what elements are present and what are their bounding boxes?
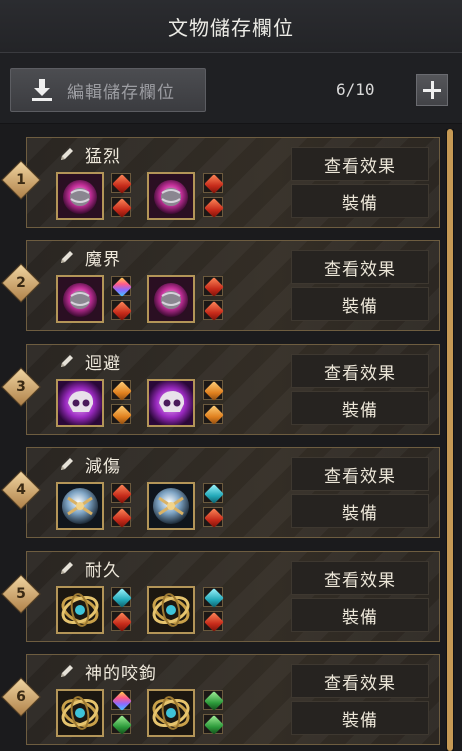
slot-number: 6 bbox=[16, 689, 26, 705]
relic-slot[interactable]: 3 迴避 查看效果 裝備 bbox=[1, 344, 440, 435]
window-title: 文物儲存欄位 bbox=[0, 0, 462, 53]
view-effect-button[interactable]: 查看效果 bbox=[291, 664, 429, 698]
relic-icon[interactable] bbox=[56, 689, 104, 737]
gem-icon bbox=[111, 483, 132, 504]
gem-icon bbox=[203, 483, 224, 504]
relic-slot[interactable]: 1 猛烈 查看效果 裝備 bbox=[1, 137, 440, 228]
equip-button[interactable]: 裝備 bbox=[291, 287, 429, 321]
gem-icon bbox=[203, 690, 224, 711]
gem-icon bbox=[111, 173, 132, 194]
relic-icon[interactable] bbox=[147, 689, 195, 737]
gem-icon bbox=[111, 714, 132, 735]
gem-icon bbox=[111, 197, 132, 218]
gem-icon bbox=[203, 611, 224, 632]
gem-icon bbox=[203, 300, 224, 321]
relic-slot[interactable]: 4 減傷 查看效果 裝備 bbox=[1, 447, 440, 538]
slot-count: 6/10 bbox=[336, 80, 375, 99]
slot-name: 減傷 bbox=[85, 457, 121, 477]
slot-name: 神的咬鉤 bbox=[85, 664, 157, 684]
relic-slot[interactable]: 2 魔界 查看效果 裝備 bbox=[1, 240, 440, 331]
slot-name: 猛烈 bbox=[85, 147, 121, 167]
view-effect-button[interactable]: 查看效果 bbox=[291, 250, 429, 284]
gem-icon bbox=[111, 611, 132, 632]
slot-number: 1 bbox=[16, 172, 26, 188]
slot-name: 魔界 bbox=[85, 250, 121, 270]
gem-icon bbox=[111, 507, 132, 528]
view-effect-button[interactable]: 查看效果 bbox=[291, 561, 429, 595]
add-slot-button[interactable] bbox=[416, 74, 448, 106]
pencil-icon[interactable] bbox=[59, 456, 75, 472]
toolbar: 編輯儲存欄位 6/10 bbox=[0, 53, 462, 123]
gem-icon bbox=[203, 404, 224, 425]
slot-number: 2 bbox=[16, 275, 26, 291]
view-effect-button[interactable]: 查看效果 bbox=[291, 354, 429, 388]
equip-button[interactable]: 裝備 bbox=[291, 184, 429, 218]
gem-icon bbox=[203, 587, 224, 608]
pencil-icon[interactable] bbox=[59, 146, 75, 162]
equip-button[interactable]: 裝備 bbox=[291, 598, 429, 632]
relic-icon[interactable] bbox=[56, 172, 104, 220]
relic-icon[interactable] bbox=[147, 379, 195, 427]
gem-icon bbox=[111, 276, 132, 297]
scrollbar-thumb[interactable] bbox=[447, 129, 453, 751]
relic-icon[interactable] bbox=[147, 172, 195, 220]
relic-icon[interactable] bbox=[147, 482, 195, 530]
gem-icon bbox=[111, 587, 132, 608]
relic-icon[interactable] bbox=[56, 586, 104, 634]
slot-name: 迴避 bbox=[85, 354, 121, 374]
download-icon bbox=[32, 79, 52, 101]
slot-number: 4 bbox=[16, 482, 26, 498]
relic-icon[interactable] bbox=[56, 275, 104, 323]
gem-icon bbox=[111, 404, 132, 425]
edit-slots-button[interactable]: 編輯儲存欄位 bbox=[10, 68, 206, 112]
equip-button[interactable]: 裝備 bbox=[291, 701, 429, 735]
pencil-icon[interactable] bbox=[59, 353, 75, 369]
equip-button[interactable]: 裝備 bbox=[291, 391, 429, 425]
gem-icon bbox=[111, 300, 132, 321]
gem-icon bbox=[203, 380, 224, 401]
edit-slots-label: 編輯儲存欄位 bbox=[67, 82, 175, 103]
slot-number: 5 bbox=[16, 586, 26, 602]
relic-icon[interactable] bbox=[147, 586, 195, 634]
relic-icon[interactable] bbox=[56, 482, 104, 530]
view-effect-button[interactable]: 查看效果 bbox=[291, 147, 429, 181]
gem-icon bbox=[203, 507, 224, 528]
gem-icon bbox=[203, 276, 224, 297]
gem-icon bbox=[111, 690, 132, 711]
gem-icon bbox=[203, 714, 224, 735]
relic-slot[interactable]: 6 神的咬鉤 查看效果 裝備 bbox=[1, 654, 440, 745]
slot-name: 耐久 bbox=[85, 561, 121, 581]
slot-number: 3 bbox=[16, 379, 26, 395]
view-effect-button[interactable]: 查看效果 bbox=[291, 457, 429, 491]
gem-icon bbox=[203, 197, 224, 218]
pencil-icon[interactable] bbox=[59, 249, 75, 265]
relic-icon[interactable] bbox=[56, 379, 104, 427]
equip-button[interactable]: 裝備 bbox=[291, 494, 429, 528]
relic-slot[interactable]: 5 耐久 查看效果 裝備 bbox=[1, 551, 440, 642]
relic-icon[interactable] bbox=[147, 275, 195, 323]
gem-icon bbox=[203, 173, 224, 194]
pencil-icon[interactable] bbox=[59, 663, 75, 679]
gem-icon bbox=[111, 380, 132, 401]
pencil-icon[interactable] bbox=[59, 560, 75, 576]
